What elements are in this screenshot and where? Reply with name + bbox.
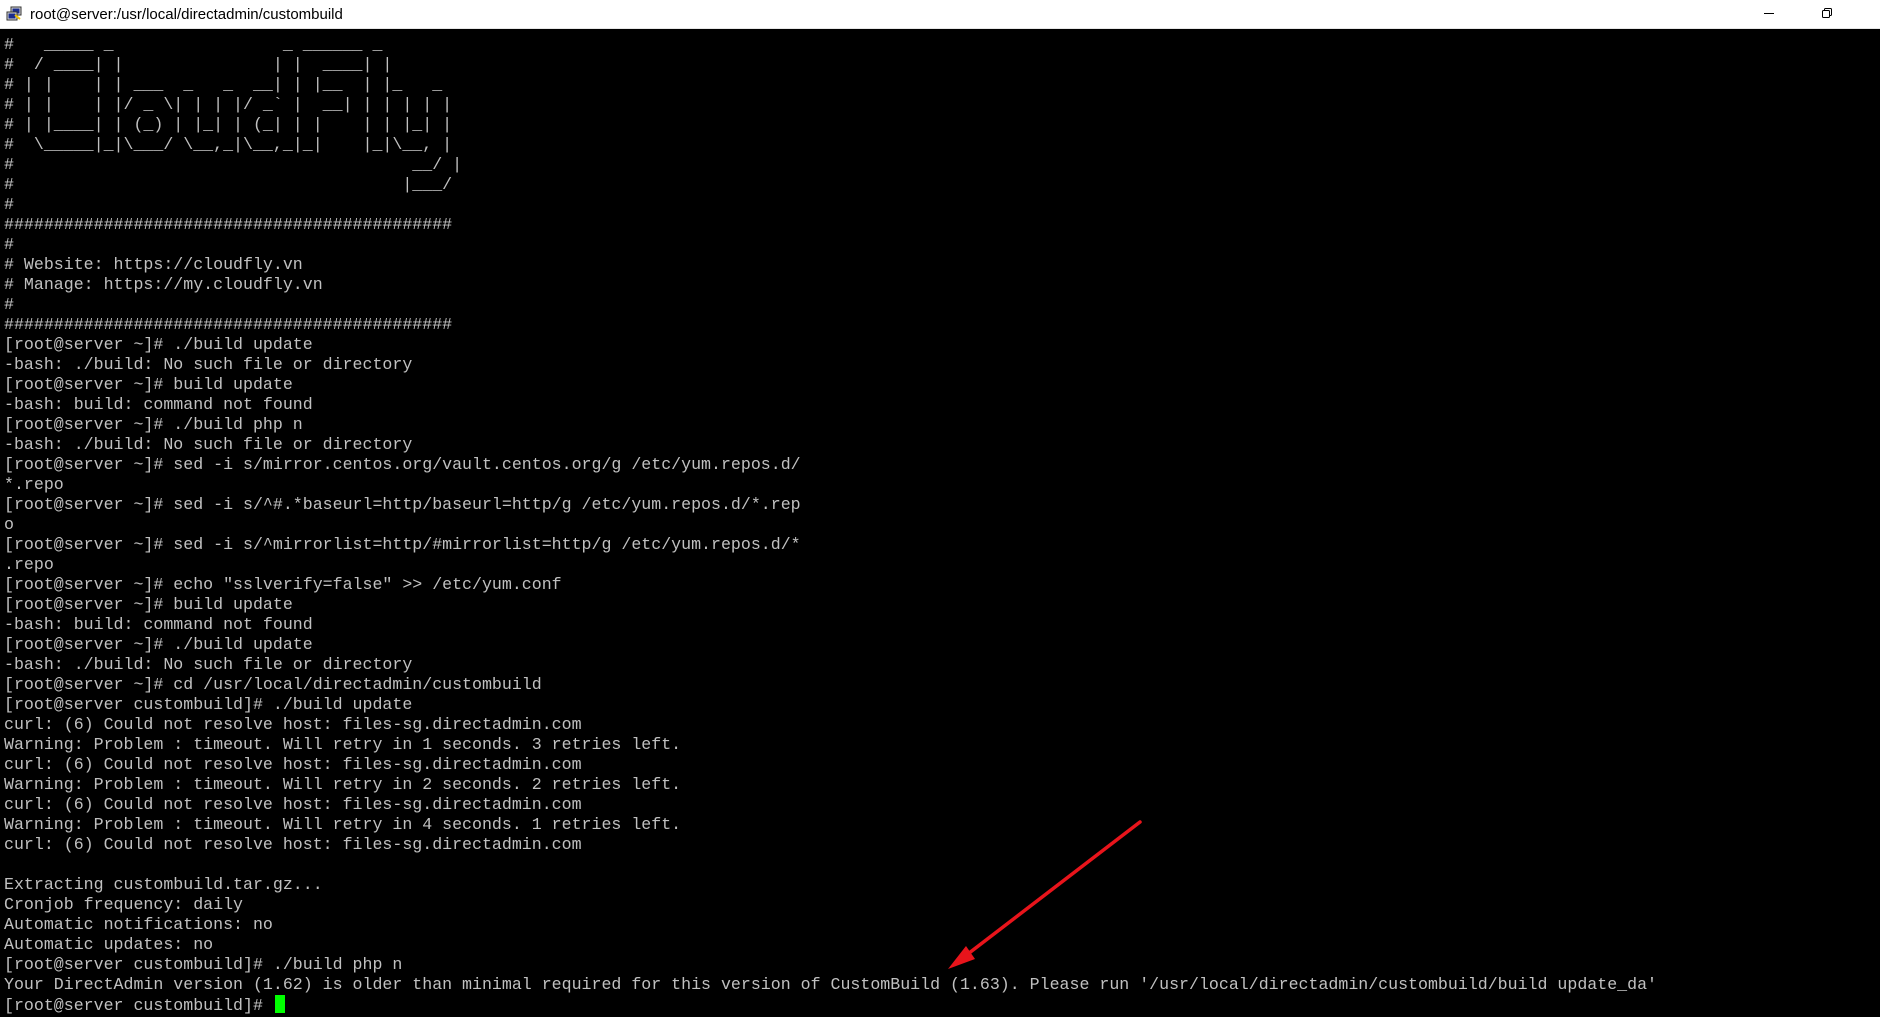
terminal-line: # | | | |/ _ \| | | |/ _` | __| | | | | … — [4, 95, 453, 114]
terminal-line: o — [4, 515, 14, 534]
terminal-line: [root@server custombuild]# ./build php n — [4, 955, 403, 974]
terminal-line: Extracting custombuild.tar.gz... — [4, 875, 323, 894]
terminal-line: curl: (6) Could not resolve host: files-… — [4, 795, 582, 814]
title-bar[interactable]: root@server:/usr/local/directadmin/custo… — [0, 0, 1880, 29]
terminal-window: root@server:/usr/local/directadmin/custo… — [0, 0, 1880, 1017]
terminal-line: [root@server ~]# build update — [4, 375, 293, 394]
terminal-line: [root@server ~]# sed -i s/^mirrorlist=ht… — [4, 535, 801, 554]
terminal-line: -bash: ./build: No such file or director… — [4, 435, 413, 454]
terminal-line: # — [4, 235, 14, 254]
terminal-line: curl: (6) Could not resolve host: files-… — [4, 755, 582, 774]
shell-prompt: [root@server custombuild]# — [4, 996, 273, 1015]
terminal-line: [root@server ~]# cd /usr/local/directadm… — [4, 675, 542, 694]
window-title: root@server:/usr/local/directadmin/custo… — [30, 5, 343, 23]
terminal-line: -bash: build: command not found — [4, 395, 313, 414]
restore-button[interactable] — [1798, 0, 1856, 29]
terminal-line: ########################################… — [4, 215, 453, 234]
text-cursor — [274, 995, 285, 1013]
terminal-line: [root@server ~]# build update — [4, 595, 293, 614]
terminal-line: -bash: build: command not found — [4, 615, 313, 634]
terminal-line: *.repo — [4, 475, 64, 494]
terminal-line: Warning: Problem : timeout. Will retry i… — [4, 775, 682, 794]
terminal-line: # | | | | ___ _ _ __| | |__ | |_ _ — [4, 75, 443, 94]
prompt-line[interactable]: [root@server custombuild]# — [4, 995, 1657, 1015]
terminal-line: [root@server ~]# ./build update — [4, 635, 313, 654]
terminal-line: Cronjob frequency: daily — [4, 895, 243, 914]
terminal-lines: # _____ _ _ ______ _ # / ____| | | | ____… — [4, 35, 1657, 1015]
restore-icon — [1821, 6, 1833, 24]
terminal-line: # — [4, 295, 14, 314]
terminal-line: Warning: Problem : timeout. Will retry i… — [4, 815, 682, 834]
terminal-line: # __/ | — [4, 155, 463, 174]
minimize-button[interactable] — [1740, 0, 1798, 29]
terminal-line: ########################################… — [4, 315, 453, 334]
putty-icon — [6, 6, 22, 22]
terminal-line: Warning: Problem : timeout. Will retry i… — [4, 735, 682, 754]
terminal-line: [root@server ~]# ./build php n — [4, 415, 303, 434]
terminal-line: -bash: ./build: No such file or director… — [4, 655, 413, 674]
terminal-line: [root@server ~]# sed -i s/mirror.centos.… — [4, 455, 801, 474]
terminal-line: # \_____|_|\___/ \__,_|\__,_|_| |_|\__, … — [4, 135, 453, 154]
terminal-line: Automatic notifications: no — [4, 915, 273, 934]
terminal-line: # | |____| | (_) | |_| | (_| | | | | |_|… — [4, 115, 453, 134]
terminal-line: -bash: ./build: No such file or director… — [4, 355, 413, 374]
terminal-line: Automatic updates: no — [4, 935, 214, 954]
terminal-line: [root@server ~]# echo "sslverify=false" … — [4, 575, 562, 594]
terminal-line: Your DirectAdmin version (1.62) is older… — [4, 975, 1658, 994]
terminal-line: curl: (6) Could not resolve host: files-… — [4, 835, 582, 854]
terminal-line: # Website: https://cloudfly.vn — [4, 255, 303, 274]
terminal-line: # / ____| | | | ____| | — [4, 55, 393, 74]
terminal-line: [root@server custombuild]# ./build updat… — [4, 695, 413, 714]
terminal-line: [root@server ~]# sed -i s/^#.*baseurl=ht… — [4, 495, 801, 514]
terminal-output-area[interactable]: # _____ _ _ ______ _ # / ____| | | | ____… — [0, 29, 1880, 1017]
terminal-line: curl: (6) Could not resolve host: files-… — [4, 715, 582, 734]
terminal-line: .repo — [4, 555, 54, 574]
terminal-line: [root@server ~]# ./build update — [4, 335, 313, 354]
terminal-line: # — [4, 195, 14, 214]
minimize-icon — [1763, 6, 1775, 24]
terminal-line: # _____ _ _ ______ _ — [4, 35, 383, 54]
terminal-line: # Manage: https://my.cloudfly.vn — [4, 275, 323, 294]
terminal-line: # |___/ — [4, 175, 453, 194]
